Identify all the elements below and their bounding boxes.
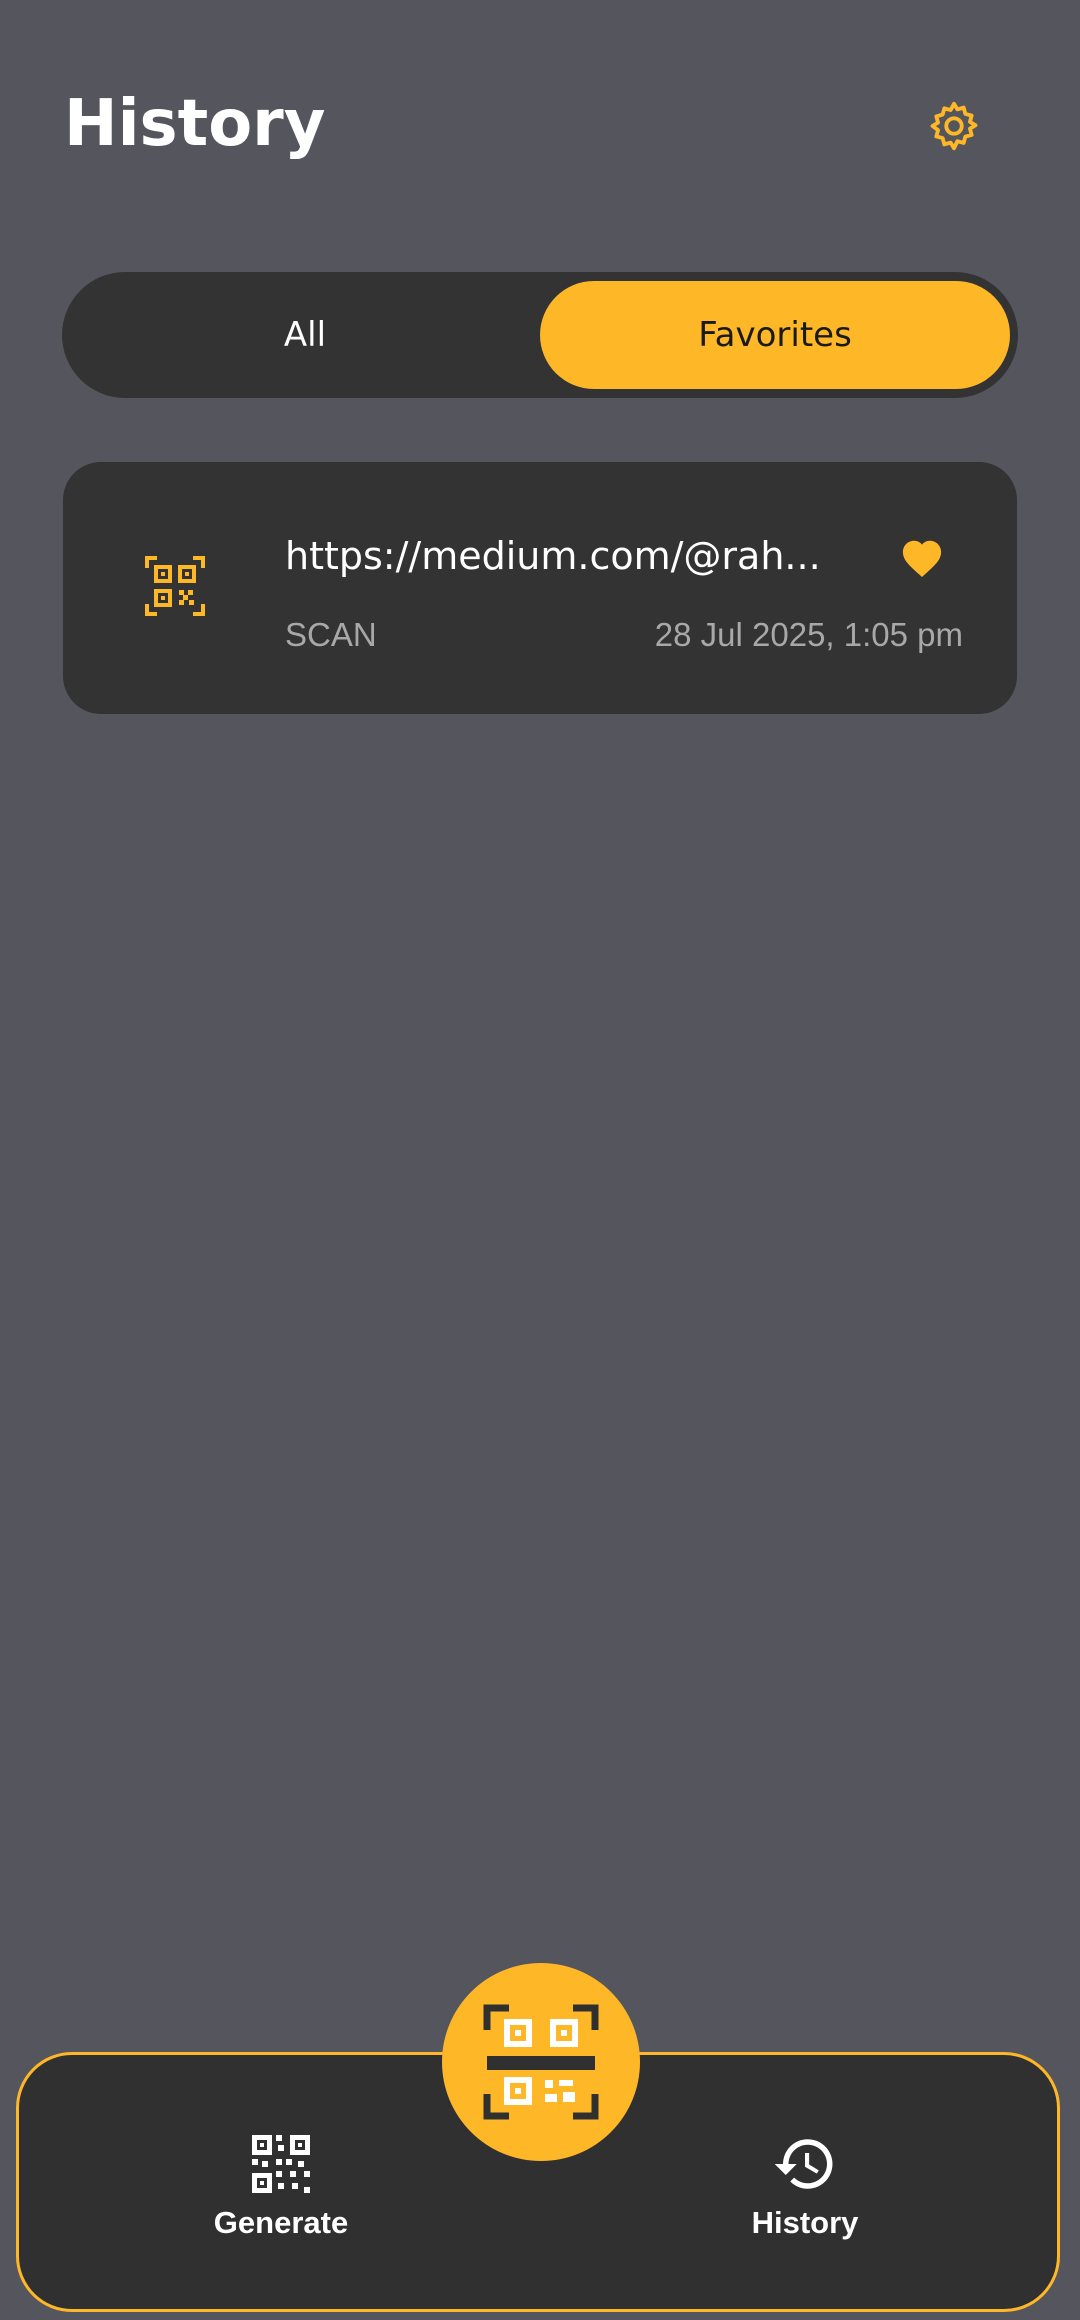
- heart-icon[interactable]: [899, 536, 945, 578]
- tab-favorites[interactable]: Favorites: [540, 281, 1010, 389]
- scan-button[interactable]: [442, 1963, 640, 2161]
- nav-generate[interactable]: Generate: [151, 2131, 411, 2261]
- tab-all[interactable]: All: [70, 281, 540, 389]
- nav-history-label: History: [751, 2205, 859, 2240]
- qr-scan-icon: [145, 556, 205, 616]
- history-filter-tabs: All Favorites: [62, 272, 1018, 398]
- history-list-item[interactable]: https://medium.com/@rah... SCAN 28 Jul 2…: [63, 462, 1017, 714]
- history-item-date: 28 Jul 2025, 1:05 pm: [654, 616, 963, 653]
- page-title: History: [64, 87, 326, 161]
- nav-history[interactable]: History: [675, 2131, 935, 2261]
- history-item-type: SCAN: [285, 616, 377, 653]
- history-icon: [774, 2139, 833, 2189]
- history-item-content: https://medium.com/@rah...: [285, 534, 821, 578]
- gear-icon: [930, 101, 978, 151]
- nav-generate-label: Generate: [213, 2205, 349, 2240]
- qr-code-icon: [252, 2135, 310, 2193]
- qr-scanner-icon: [483, 2004, 599, 2120]
- settings-button[interactable]: [920, 92, 988, 160]
